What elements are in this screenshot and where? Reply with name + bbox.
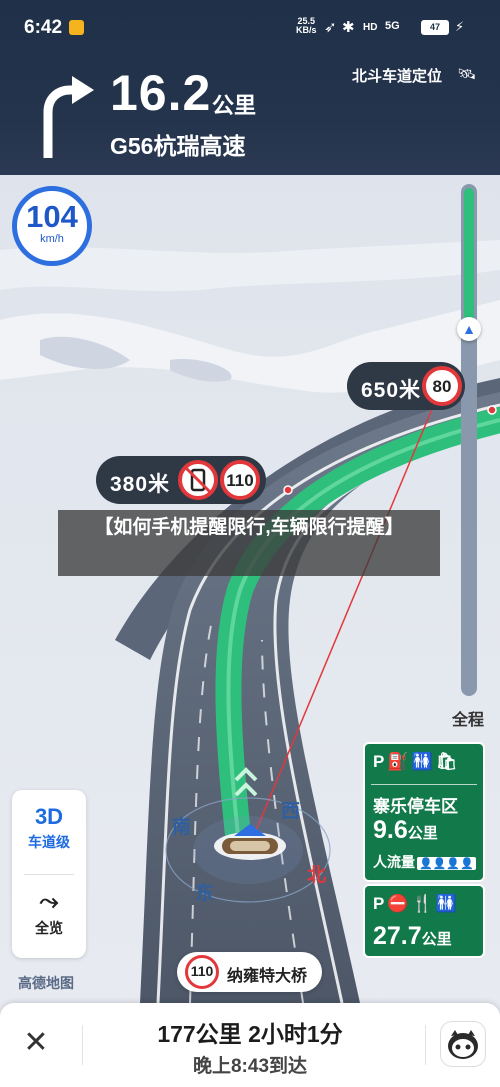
- service-area-distance-unit: 公里: [407, 825, 438, 842]
- crowd-level-label: 人流量: [373, 854, 415, 870]
- signal-icon: 5G: [385, 20, 400, 32]
- bluetooth-icon: ✱: [342, 19, 355, 36]
- lane-level-3d-icon: 3D: [34, 804, 64, 829]
- camera-distance: 380米: [110, 473, 171, 496]
- next-road-speed-limit: 110: [185, 955, 219, 989]
- battery-icon: 47: [421, 20, 449, 35]
- lane-level-label: 车道级: [28, 834, 70, 850]
- crowd-level-icon: 👤👤👤👤: [417, 857, 476, 870]
- speed-unit: km/h: [40, 233, 64, 245]
- charging-icon: ⚡: [455, 19, 465, 34]
- location-icon: ➶: [324, 19, 337, 36]
- camera-bubble-1[interactable]: 650米 80: [347, 362, 465, 410]
- speed-limit-sign: 110: [220, 460, 260, 500]
- network-speed-unit: KB/s: [296, 25, 317, 35]
- route-overview-label[interactable]: 全程: [452, 706, 484, 730]
- current-position-marker: ▲: [457, 317, 481, 341]
- route-overview-icon: ⤳: [39, 888, 59, 915]
- satellite-icon[interactable]: 🛰: [457, 65, 476, 83]
- service-facility-icons: P⛔🍴🚻: [373, 894, 460, 913]
- next-road-name: 纳雍特大桥: [227, 968, 308, 985]
- brand-logo: 高德地图: [18, 975, 74, 991]
- camera-distance: 650米: [361, 379, 422, 402]
- map-controls-panel: 3D 车道级 ⤳ 全览: [12, 790, 86, 958]
- maneuver-distance-unit: 公里: [212, 93, 257, 118]
- trip-summary-bar: ✕ 177公里 2小时1分 晚上8:43到达: [0, 1003, 500, 1087]
- arrival-time: 晚上8:43到达: [192, 1056, 308, 1077]
- article-title-overlay: 【如何手机提醒限行,车辆限行提醒】: [58, 510, 440, 576]
- lane-positioning-label[interactable]: 北斗车道定位: [352, 65, 442, 86]
- service-area-distance-unit: 公里: [421, 931, 452, 948]
- overview-button[interactable]: ⤳ 全览: [12, 888, 86, 938]
- compass-west: 西: [281, 801, 301, 822]
- service-area-distance-value: 9.6: [373, 816, 408, 844]
- road-name: G56杭瑞高速: [110, 133, 246, 159]
- no-phone-icon: [178, 460, 218, 500]
- bar-divider: [82, 1025, 83, 1065]
- maneuver-distance: 16.2: [110, 65, 212, 121]
- turn-left-arrow-icon: [43, 76, 94, 158]
- network-speed: 25.5 KB/s: [296, 17, 317, 35]
- hd-icon: HD: [363, 22, 378, 33]
- compass-east: 东: [195, 883, 215, 904]
- speed-limit-sign: 80: [422, 366, 462, 406]
- service-area-sign-1[interactable]: P⛽🚻🛍 寨乐停车区 9.6公里 人流量 👤👤👤👤: [363, 742, 485, 882]
- close-icon[interactable]: ✕: [18, 1025, 54, 1061]
- status-time: 6:42: [24, 17, 63, 38]
- route-progress-fill: [464, 188, 474, 329]
- service-area-distance: 27.7公里: [373, 922, 452, 951]
- speed-value: 104: [26, 199, 78, 234]
- service-facility-icons: P⛽🚻🛍: [373, 752, 461, 771]
- panel-divider: [24, 874, 74, 875]
- service-area-distance-value: 27.7: [373, 922, 422, 950]
- sign-divider: [371, 784, 477, 785]
- camera-bubble-2[interactable]: 380米 110: [96, 456, 266, 504]
- navigation-screen: 6:42 25.5 KB/s ➶ ✱ HD 5G 47 ⚡ 16.2 公里 G5…: [0, 0, 500, 1087]
- service-area-name: 寨乐停车区: [373, 797, 458, 816]
- status-bar: 6:42 25.5 KB/s ➶ ✱ HD 5G 47 ⚡: [0, 0, 500, 52]
- compass-north: 北: [307, 865, 327, 886]
- current-speed: 104 km/h: [12, 186, 92, 266]
- lane-level-button[interactable]: 3D 车道级: [12, 804, 86, 852]
- bar-divider: [425, 1025, 426, 1065]
- app-notification-icon: [69, 20, 84, 35]
- voice-assistant-icon[interactable]: [440, 1021, 486, 1067]
- crowd-level: 人流量 👤👤👤👤: [373, 852, 476, 872]
- trip-summary[interactable]: 177公里 2小时1分: [100, 1015, 400, 1049]
- overview-label: 全览: [35, 920, 63, 936]
- compass-south: 南: [172, 817, 192, 838]
- service-area-sign-2[interactable]: P⛔🍴🚻 27.7公里: [363, 884, 485, 958]
- guidance-header: 6:42 25.5 KB/s ➶ ✱ HD 5G 47 ⚡ 16.2 公里 G5…: [0, 0, 500, 175]
- route-progress-bar[interactable]: ▲: [457, 184, 481, 696]
- next-road-pill[interactable]: 110 纳雍特大桥: [177, 952, 322, 992]
- service-area-distance: 9.6公里: [373, 816, 438, 845]
